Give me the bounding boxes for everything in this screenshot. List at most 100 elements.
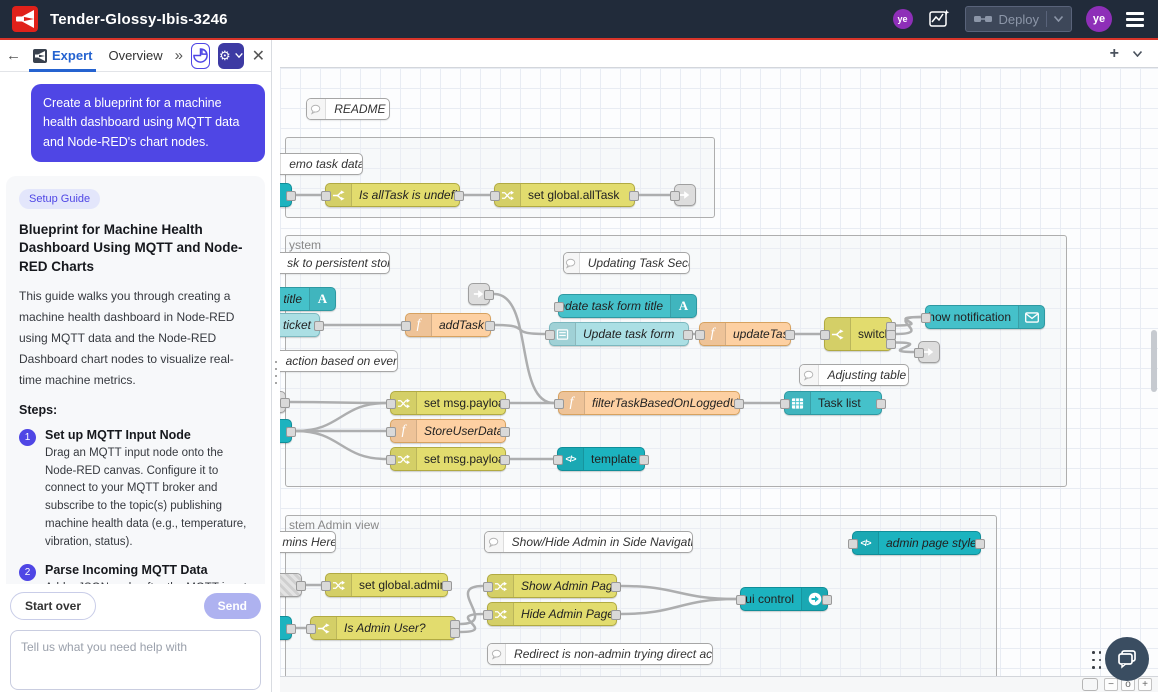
assistant-chat-fab[interactable] <box>1105 637 1149 681</box>
output-port[interactable] <box>975 539 985 549</box>
back-arrow-icon[interactable]: ← <box>6 47 21 64</box>
flow-node[interactable] <box>280 419 292 443</box>
output-port[interactable] <box>314 321 324 331</box>
send-button[interactable]: Send <box>204 593 261 619</box>
output-port[interactable] <box>886 339 896 349</box>
flow-node[interactable] <box>918 341 940 363</box>
input-port[interactable] <box>483 610 493 620</box>
output-port[interactable] <box>611 582 621 592</box>
flow-node[interactable]: Task list <box>784 391 882 415</box>
flow-node[interactable]: ticket <box>280 313 320 337</box>
deploy-button[interactable]: Deploy <box>965 6 1072 32</box>
flow-node[interactable]: Update task form <box>549 322 689 346</box>
chevron-down-icon[interactable] <box>1054 16 1063 22</box>
flow-node[interactable]: m titleA <box>280 287 336 311</box>
input-port[interactable] <box>921 313 931 323</box>
assistant-prompt-input[interactable] <box>10 630 261 690</box>
flow-node[interactable]: StoreUserDataf <box>390 419 506 443</box>
output-port[interactable] <box>639 455 649 465</box>
flow-node[interactable]: set global.allTask <box>494 183 635 207</box>
comment-node[interactable]: sk to persistent storage <box>280 252 390 274</box>
comment-node[interactable]: README <box>306 98 390 120</box>
zoom-in-button[interactable]: + <box>1138 678 1152 691</box>
flow-node[interactable] <box>280 391 286 413</box>
flow-node[interactable]: set global.admins <box>325 573 448 597</box>
tab-overview[interactable]: Overview <box>104 40 166 72</box>
input-port[interactable] <box>545 330 555 340</box>
comment-node[interactable]: Show/Hide Admin in Side Navigation <box>484 531 693 553</box>
comment-node[interactable]: action based on event <box>280 350 398 372</box>
flow-node[interactable]: addTaskf <box>405 313 491 337</box>
flow-node[interactable]: Is Admin User? <box>310 616 456 640</box>
input-port[interactable] <box>553 455 563 465</box>
start-over-button[interactable]: Start over <box>10 592 96 620</box>
input-port[interactable] <box>780 399 790 409</box>
output-port[interactable] <box>683 330 693 340</box>
input-port[interactable] <box>914 348 924 358</box>
input-port[interactable] <box>554 399 564 409</box>
output-port[interactable] <box>450 628 460 638</box>
output-port[interactable] <box>296 581 306 591</box>
output-port[interactable] <box>500 455 510 465</box>
flowfuse-logo-icon[interactable] <box>12 6 38 32</box>
more-tabs-icon[interactable]: » <box>175 47 183 64</box>
input-port[interactable] <box>386 455 396 465</box>
flow-node[interactable]: Update task form titleA <box>558 294 697 318</box>
flow-node[interactable] <box>468 283 490 305</box>
team-avatar[interactable]: ye <box>893 9 913 29</box>
flow-node[interactable]: set msg.payload <box>390 391 506 415</box>
output-port[interactable] <box>454 191 464 201</box>
zoom-out-button[interactable]: − <box>1104 678 1118 691</box>
comment-node[interactable]: emo task data <box>280 153 363 175</box>
flow-node[interactable]: admin page style</> <box>852 531 981 555</box>
input-port[interactable] <box>554 302 564 312</box>
comment-node[interactable]: Adjusting table <box>799 364 909 386</box>
flow-node[interactable]: switch <box>824 317 892 351</box>
input-port[interactable] <box>321 191 331 201</box>
flow-node[interactable]: set msg.payload <box>390 447 506 471</box>
usage-chart-button[interactable] <box>191 43 210 69</box>
flow-preview-icon[interactable] <box>927 7 951 31</box>
flow-node[interactable]: show notification <box>925 305 1045 329</box>
input-port[interactable] <box>848 539 858 549</box>
flow-node[interactable]: Show Admin Page <box>487 574 617 598</box>
output-port[interactable] <box>286 427 296 437</box>
add-flow-button[interactable]: + <box>1110 45 1119 63</box>
input-port[interactable] <box>306 624 316 634</box>
user-avatar[interactable]: ye <box>1086 6 1112 32</box>
flow-node[interactable]: updateTaskf <box>699 322 791 346</box>
output-port[interactable] <box>822 595 832 605</box>
output-port[interactable] <box>286 624 296 634</box>
flow-node[interactable]: Is allTask is undefined <box>325 183 460 207</box>
comment-node[interactable]: mins Here <box>280 531 336 553</box>
input-port[interactable] <box>820 330 830 340</box>
panel-resize-handle[interactable] <box>273 352 279 392</box>
input-port[interactable] <box>736 595 746 605</box>
input-port[interactable] <box>321 581 331 591</box>
flow-node[interactable]: Hide Admin Page <box>487 602 617 626</box>
output-port[interactable] <box>286 191 296 201</box>
input-port[interactable] <box>695 330 705 340</box>
fab-drag-handle[interactable] <box>1090 649 1103 671</box>
output-port[interactable] <box>734 399 744 409</box>
output-port[interactable] <box>280 398 290 408</box>
output-port[interactable] <box>785 330 795 340</box>
flow-node[interactable] <box>280 183 292 207</box>
output-port[interactable] <box>876 399 886 409</box>
input-port[interactable] <box>386 427 396 437</box>
minimap-toggle-icon[interactable] <box>1082 678 1098 691</box>
menu-icon[interactable] <box>1126 9 1144 30</box>
flow-node[interactable]: filterTaskBasedOnLoggedUserf <box>558 391 740 415</box>
input-port[interactable] <box>386 399 396 409</box>
flow-list-chevron-icon[interactable] <box>1133 51 1142 57</box>
flow-node[interactable] <box>674 184 696 206</box>
comment-node[interactable]: Updating Task Securely <box>563 252 690 274</box>
canvas-vertical-scrollbar[interactable] <box>1151 330 1157 392</box>
output-port[interactable] <box>442 581 452 591</box>
output-port[interactable] <box>629 191 639 201</box>
input-port[interactable] <box>670 191 680 201</box>
settings-dropdown-button[interactable]: ⚙ <box>218 43 244 69</box>
output-port[interactable] <box>485 321 495 331</box>
comment-node[interactable]: Redirect is non-admin trying direct acce… <box>487 643 713 665</box>
tab-expert[interactable]: Expert <box>29 40 96 72</box>
